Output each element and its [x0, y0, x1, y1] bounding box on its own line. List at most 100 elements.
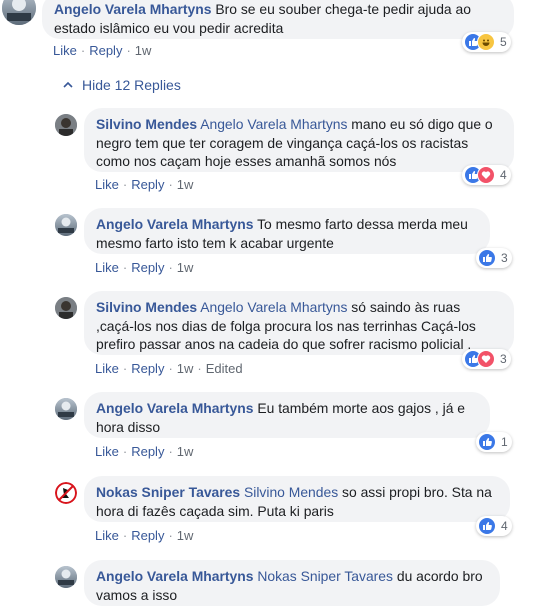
- comment-bubble: Silvino Mendes Angelo Varela Mhartyns ma…: [84, 108, 514, 172]
- avatar-angelo[interactable]: [55, 214, 77, 236]
- comment-text-line: prefiro passar anos na cadeia do que sof…: [96, 336, 472, 352]
- like-icon: [478, 433, 496, 451]
- edited-label[interactable]: Edited: [206, 361, 243, 376]
- comment-time[interactable]: 1w: [177, 444, 194, 459]
- comment-text-line: só saindo às ruas: [347, 299, 461, 315]
- comment-author[interactable]: Angelo Varela Mhartyns: [96, 568, 253, 584]
- comment-text-line: mano eu só digo que o: [347, 116, 493, 132]
- reaction-summary[interactable]: 3: [462, 349, 511, 369]
- comment-text-line: To mesmo farto dessa merda meu: [257, 216, 468, 232]
- reaction-count: 4: [501, 519, 508, 533]
- reaction-summary[interactable]: 3: [476, 248, 512, 268]
- comment-bubble: Nokas Sniper Tavares Silvino Mendes so a…: [84, 476, 510, 522]
- separator: ·: [122, 444, 128, 459]
- separator: ·: [168, 260, 173, 275]
- separator: ·: [126, 43, 131, 58]
- comment-text-line: ,caçá-los nos dias de folga procura los …: [96, 317, 476, 334]
- comment-time[interactable]: 1w: [135, 43, 152, 58]
- like-link[interactable]: Like: [53, 43, 77, 58]
- comment-text-line: du acordo bro: [392, 568, 483, 584]
- separator: ·: [168, 444, 173, 459]
- comment-text-line: mesmo farto isto tem k acabar urgente: [96, 234, 334, 251]
- separator: ·: [168, 177, 173, 192]
- comment-author[interactable]: Angelo Varela Mhartyns: [54, 1, 211, 17]
- comment-bubble: Angelo Varela Mhartyns Bro se eu souber …: [42, 0, 514, 39]
- comment-actions: Like · Reply · 1w: [95, 260, 193, 275]
- like-link[interactable]: Like: [95, 361, 119, 376]
- comment-bubble: Silvino Mendes Angelo Varela Mhartyns só…: [84, 291, 514, 355]
- comment-mention[interactable]: Angelo Varela Mhartyns: [200, 116, 347, 132]
- avatar-angelo[interactable]: [55, 566, 77, 588]
- comment-text-line: Bro se eu souber chega-te pedir ajuda ao: [215, 1, 471, 17]
- reaction-summary[interactable]: 4: [476, 516, 512, 536]
- comment-bubble: Angelo Varela Mhartyns Nokas Sniper Tava…: [84, 560, 500, 606]
- comment-text-line: como nos caçam hoje esses amanhã somos n…: [96, 153, 397, 169]
- comment-time[interactable]: 1w: [177, 361, 194, 376]
- comment-actions: Like · Reply · 1w: [95, 444, 193, 459]
- comment-actions: Like · Reply · 1w · Edited: [95, 361, 243, 376]
- comment-mention[interactable]: Angelo Varela Mhartyns: [200, 299, 347, 315]
- like-link[interactable]: Like: [95, 528, 119, 543]
- avatar-angelo[interactable]: [2, 0, 36, 25]
- comment-author[interactable]: Angelo Varela Mhartyns: [96, 216, 253, 232]
- love-icon: [477, 166, 495, 184]
- comment-author[interactable]: Nokas Sniper Tavares: [96, 484, 240, 500]
- chevron-up-icon: [63, 81, 73, 88]
- comment-text-line: vamos a isso: [96, 586, 178, 603]
- separator: ·: [122, 260, 128, 275]
- comment-bubble: Angelo Varela Mhartyns To mesmo farto de…: [84, 208, 490, 254]
- reply-link[interactable]: Reply: [131, 177, 164, 192]
- reply-link[interactable]: Reply: [131, 528, 164, 543]
- like-icon: [478, 249, 496, 267]
- like-link[interactable]: Like: [95, 260, 119, 275]
- comment-time[interactable]: 1w: [177, 177, 194, 192]
- comment-actions: Like · Reply · 1w: [53, 43, 151, 58]
- separator: ·: [122, 528, 128, 543]
- hide-replies-link[interactable]: Hide 12 Replies: [62, 77, 181, 93]
- avatar-silvino[interactable]: [55, 297, 77, 319]
- haha-icon: [477, 33, 495, 51]
- like-icon: [478, 517, 496, 535]
- separator: ·: [80, 43, 86, 58]
- avatar-angelo[interactable]: [55, 398, 77, 420]
- like-link[interactable]: Like: [95, 444, 119, 459]
- reply-link[interactable]: Reply: [131, 444, 164, 459]
- reaction-count: 3: [501, 251, 508, 265]
- avatar-silvino[interactable]: [55, 114, 77, 136]
- separator: ·: [168, 361, 173, 376]
- reaction-count: 4: [500, 168, 507, 182]
- separator: ·: [168, 528, 173, 543]
- avatar-nokas[interactable]: [55, 482, 77, 504]
- reply-link[interactable]: Reply: [89, 43, 122, 58]
- comment-author[interactable]: Angelo Varela Mhartyns: [96, 400, 253, 416]
- reaction-summary[interactable]: 1: [476, 432, 512, 452]
- separator: ·: [122, 361, 128, 376]
- comment-time[interactable]: 1w: [177, 528, 194, 543]
- comment-actions: Like · Reply · 1w: [95, 528, 193, 543]
- reaction-summary[interactable]: 4: [462, 165, 511, 185]
- separator: ·: [197, 361, 202, 376]
- reaction-count: 5: [500, 35, 507, 49]
- comment-text-line: hora di fazês caçada sim. Puta ki paris: [96, 502, 334, 519]
- comment-text-line: hora disso: [96, 418, 161, 435]
- love-icon: [477, 350, 495, 368]
- reply-link[interactable]: Reply: [131, 260, 164, 275]
- comment-text-line: so assi propi bro. Sta na: [338, 484, 492, 500]
- comment-author[interactable]: Silvino Mendes: [96, 299, 197, 315]
- comment-time[interactable]: 1w: [177, 260, 194, 275]
- reply-link[interactable]: Reply: [131, 361, 164, 376]
- comment-actions: Like · Reply · 1w: [95, 177, 193, 192]
- comment-bubble: Angelo Varela Mhartyns Eu também morte a…: [84, 392, 490, 438]
- hide-replies-label: Hide 12 Replies: [82, 77, 181, 93]
- comment-mention[interactable]: Silvino Mendes: [244, 484, 338, 500]
- comment-text-line: Eu também morte aos gajos , já e: [257, 400, 466, 416]
- comment-text-line: negro tem que ter coragem de vingança ca…: [96, 134, 469, 151]
- comment-text-line: estado islâmico eu vou pedir acredita: [54, 19, 284, 36]
- reaction-count: 3: [500, 352, 507, 366]
- reaction-count: 1: [501, 435, 508, 449]
- like-link[interactable]: Like: [95, 177, 119, 192]
- comment-author[interactable]: Silvino Mendes: [96, 116, 197, 132]
- separator: ·: [122, 177, 128, 192]
- comment-mention[interactable]: Nokas Sniper Tavares: [257, 568, 393, 584]
- reaction-summary[interactable]: 5: [462, 32, 511, 52]
